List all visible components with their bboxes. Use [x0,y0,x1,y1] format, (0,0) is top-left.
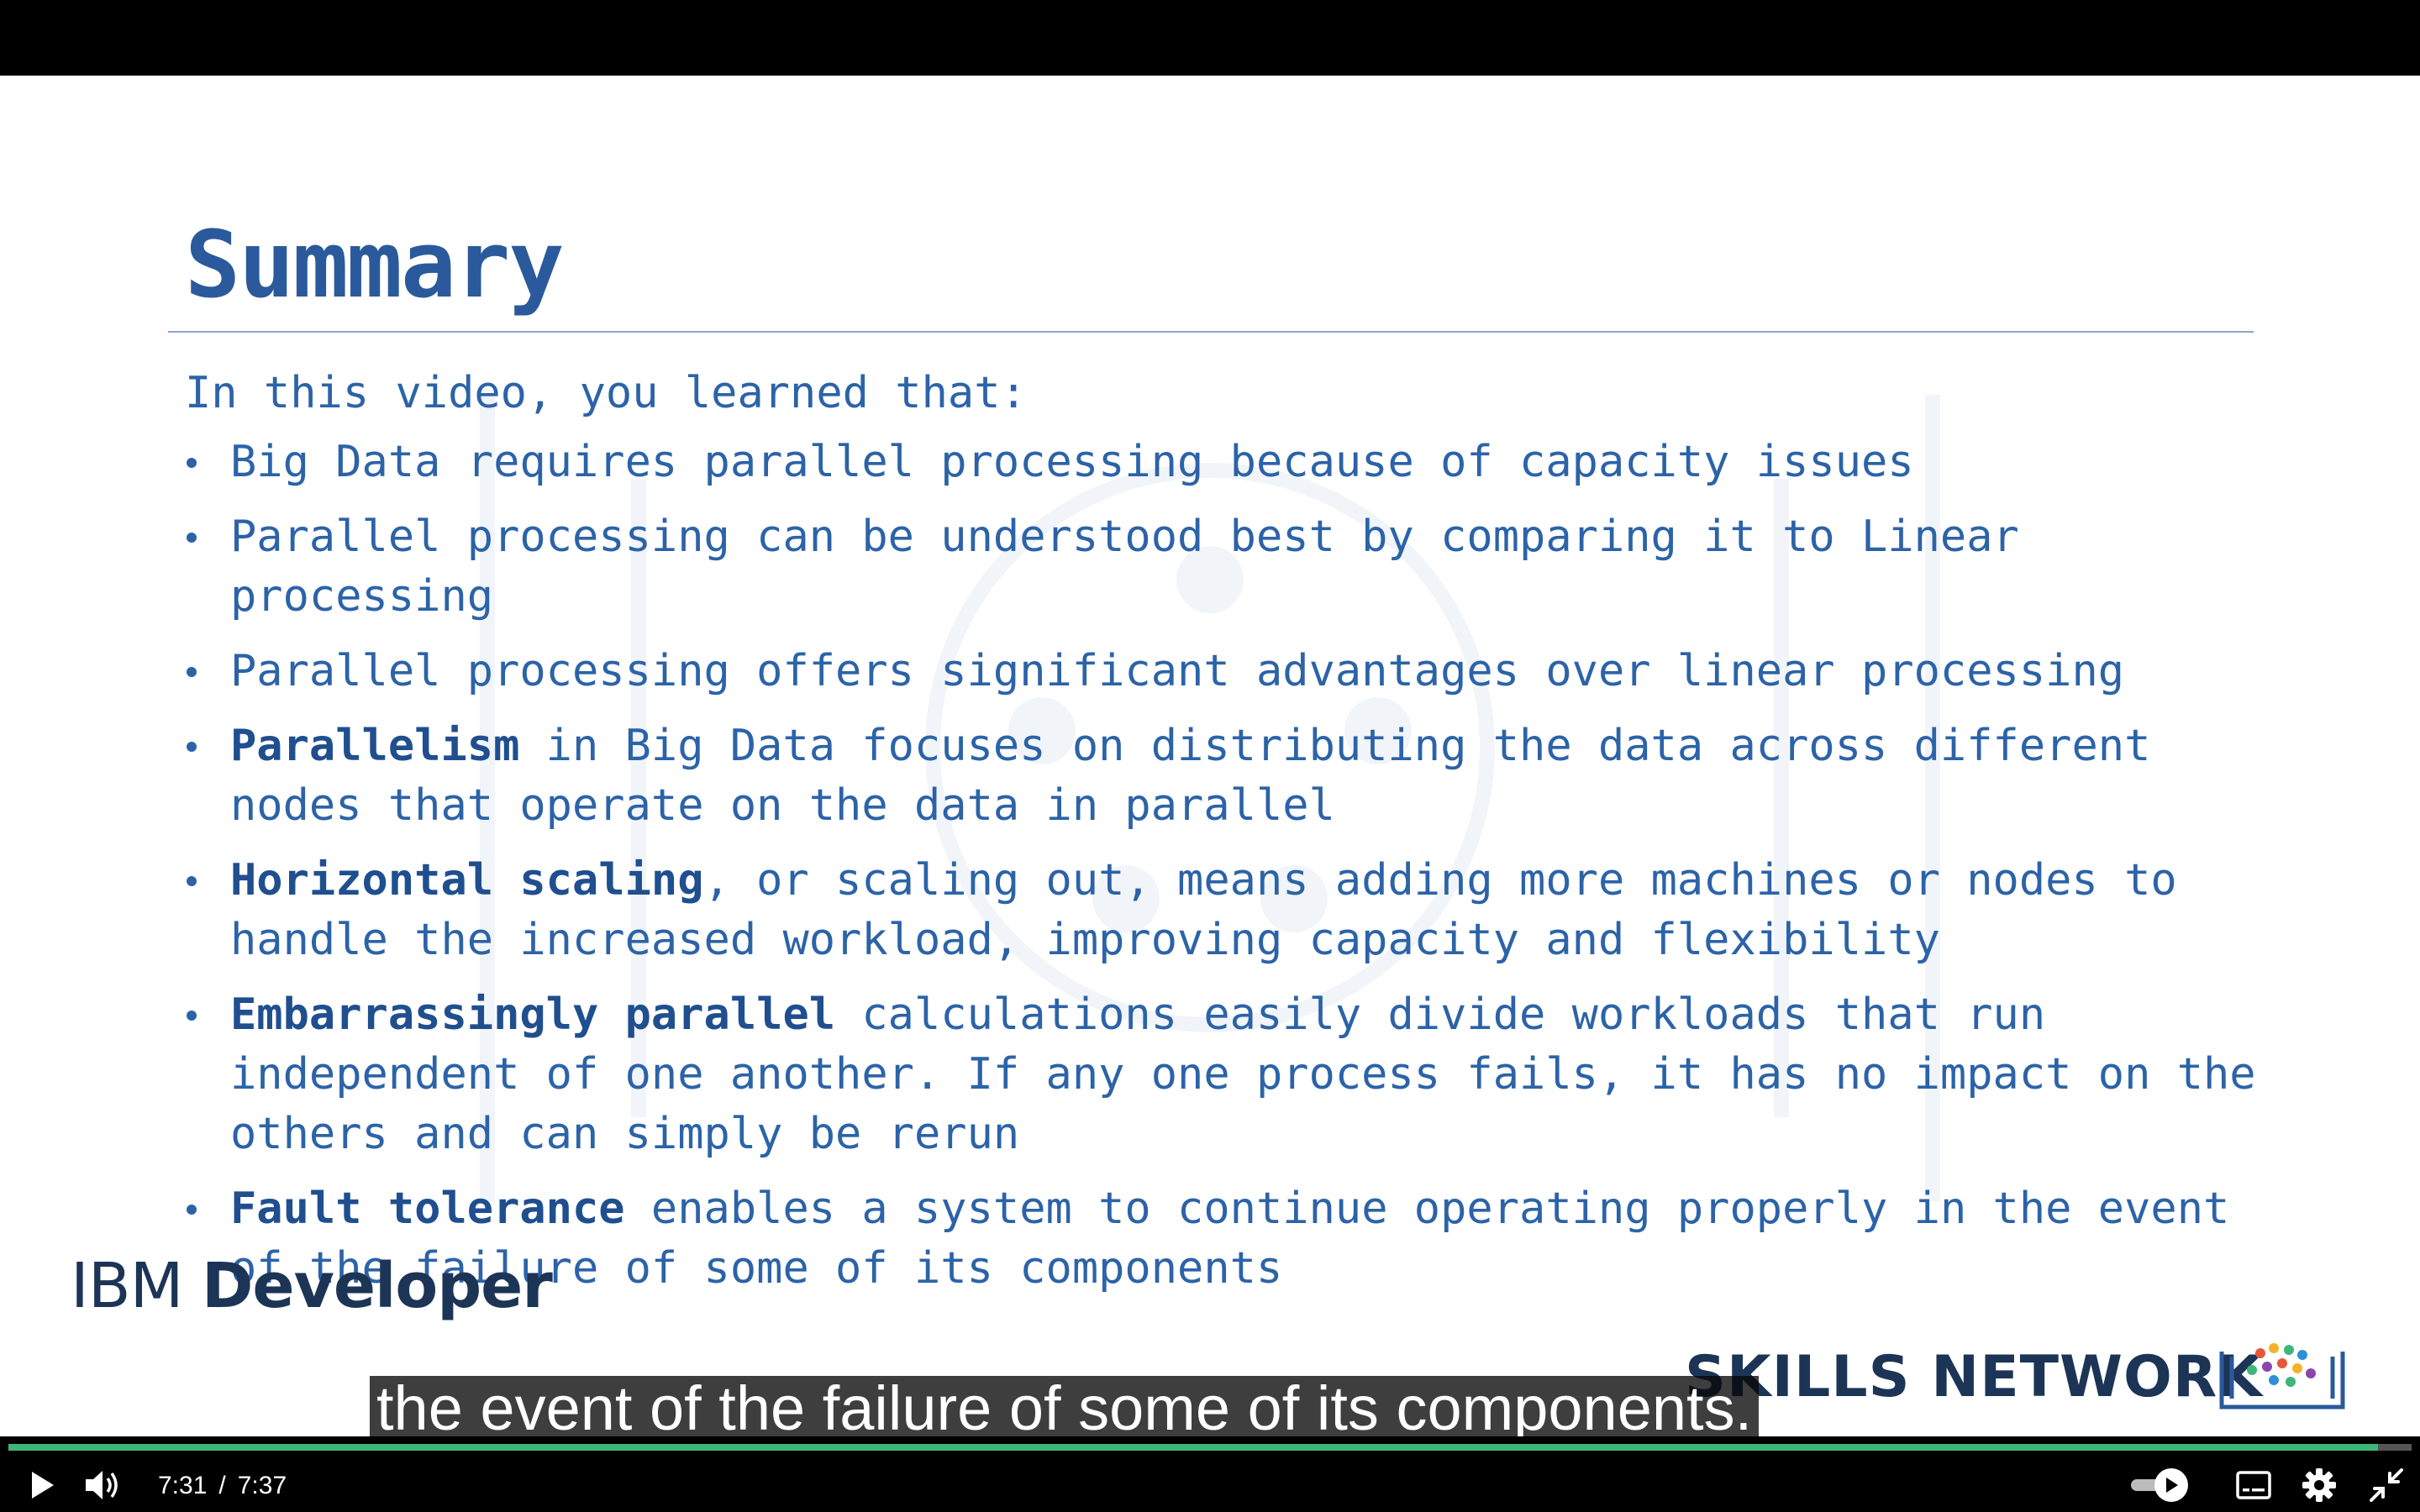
ibm-developer-logo: IBM Developer [71,1250,553,1322]
bullet-text: Parallel processing offers significant a… [230,646,2125,696]
ibm-logo-text: IBM [71,1250,202,1322]
bullet-text: Big Data requires parallel processing be… [230,437,1914,487]
bullet-bold-term: Embarrassingly parallel [230,990,836,1040]
summary-bullet: Parallelism in Big Data focuses on distr… [176,717,2277,836]
bullet-text: Parallel processing can be understood be… [230,512,2019,622]
time-display: 7:31 / 7:37 [158,1472,287,1500]
current-time: 7:31 [158,1472,208,1499]
video-frame[interactable]: Summary In this video, you learned that:… [0,76,2420,1436]
summary-bullet: Parallel processing offers significant a… [176,642,2277,701]
summary-bullet: Big Data requires parallel processing be… [176,433,2277,492]
summary-bullet: Horizontal scaling, or scaling out, mean… [176,851,2277,970]
settings-gear-icon[interactable] [2301,1467,2338,1504]
progress-fill [8,1444,2378,1451]
slide-title: Summary [185,211,565,318]
subtitle-caption: the event of the failure of some of its … [370,1376,1760,1441]
bullet-bold-term: Horizontal scaling [230,855,704,906]
progress-bar[interactable] [8,1444,2412,1451]
time-separator: / [218,1472,226,1499]
summary-bullet-list: Big Data requires parallel processing be… [176,433,2277,1314]
play-icon[interactable] [25,1468,59,1502]
subtitles-icon[interactable] [2235,1468,2272,1502]
skills-network-logo: SKILLS NETWORK [1685,1344,2263,1410]
title-divider [168,331,2254,333]
top-black-bar [0,0,2420,76]
autoplay-toggle-icon[interactable] [2129,1467,2191,1504]
slide-intro: In this video, you learned that: [185,368,1027,418]
volume-icon[interactable] [82,1467,121,1504]
bullet-bold-term: Parallelism [230,721,520,771]
bullet-bold-term: Fault tolerance [230,1184,625,1234]
skills-network-book-icon [2219,1343,2345,1410]
developer-logo-text: Developer [201,1250,553,1322]
summary-bullet: Embarrassingly parallel calculations eas… [176,985,2277,1164]
summary-bullet: Parallel processing can be understood be… [176,507,2277,627]
exit-fullscreen-icon[interactable] [2368,1467,2405,1504]
duration: 7:37 [237,1472,287,1499]
